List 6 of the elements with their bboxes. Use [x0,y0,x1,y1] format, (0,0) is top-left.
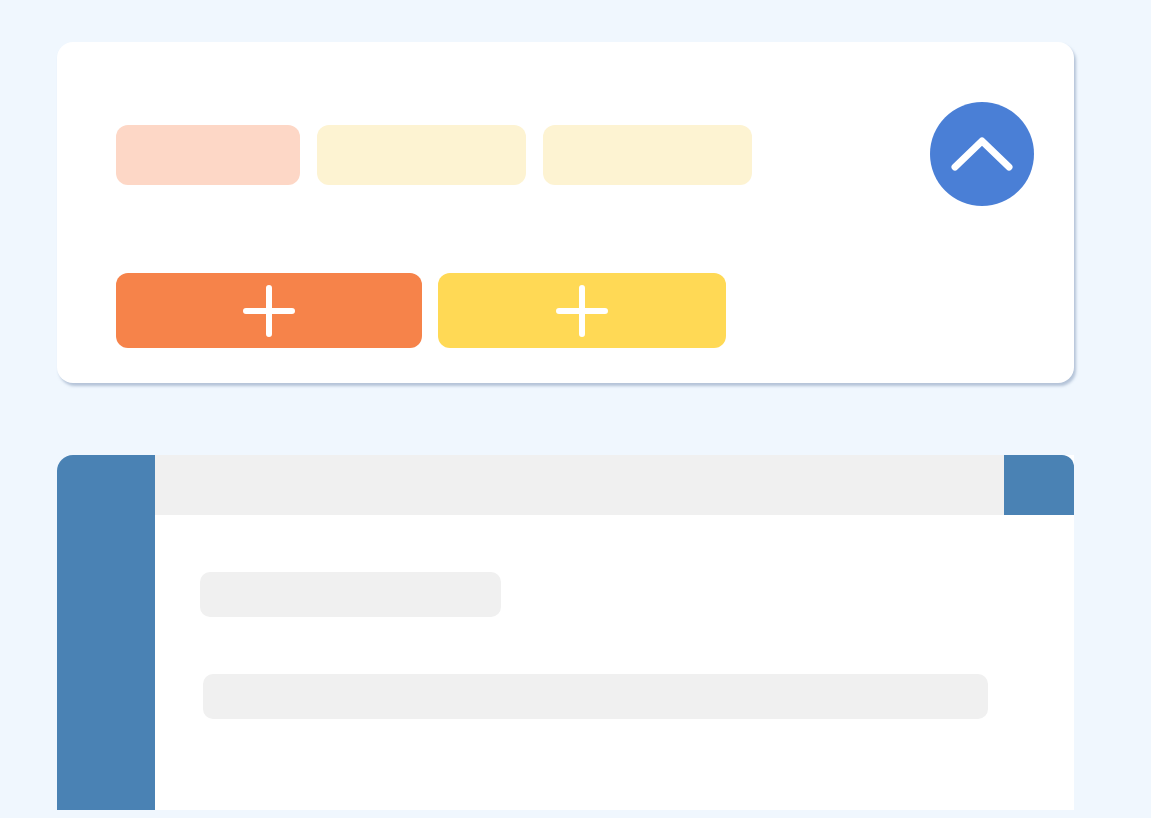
add-button[interactable] [438,273,726,348]
add-button[interactable] [116,273,422,348]
plus-icon [556,284,608,337]
chevron-up-icon [951,137,1013,171]
plus-icon [243,284,295,337]
corner-block [1004,455,1074,515]
